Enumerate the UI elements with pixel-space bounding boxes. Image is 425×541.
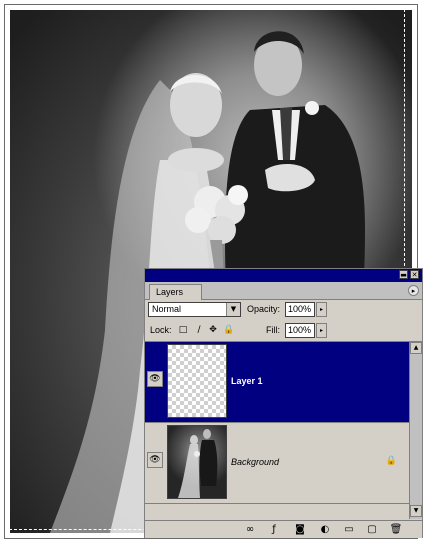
layer-name: Layer 1: [231, 376, 263, 386]
blend-opacity-row: Normal ▼ Opacity: 100% ▸: [145, 299, 422, 321]
close-icon[interactable]: ✕: [410, 270, 419, 279]
layer-style-icon[interactable]: ƒ: [267, 523, 281, 536]
fill-input[interactable]: 100%: [285, 323, 315, 338]
lock-fill-row: Lock: □ ∕ ✥ 🔒 Fill: 100% ▸: [145, 321, 422, 342]
link-layers-icon[interactable]: ∞: [243, 523, 257, 536]
lock-all-icon[interactable]: 🔒: [223, 325, 234, 336]
palette-bottom-toolbar: ∞ ƒ ◙ ◐ ▭ ▢ 🗑: [145, 520, 422, 538]
tab-row: Layers ▸: [145, 282, 422, 300]
layers-list: 👁 Layer 1 👁 Background 🔒: [145, 342, 409, 519]
layer-row-background[interactable]: 👁 Background 🔒: [145, 423, 409, 504]
palette-menu-icon[interactable]: ▸: [408, 285, 419, 296]
eye-icon[interactable]: 👁: [147, 371, 163, 387]
lock-image-pixels-icon[interactable]: ∕: [194, 325, 204, 336]
minimize-icon[interactable]: ▬: [399, 270, 408, 279]
palette-titlebar[interactable]: ▬ ✕: [145, 269, 422, 282]
blend-mode-dropdown[interactable]: Normal ▼: [148, 302, 241, 317]
lock-transparent-pixels-icon[interactable]: □: [178, 325, 188, 336]
new-layer-icon[interactable]: ▢: [365, 523, 379, 536]
trash-icon[interactable]: 🗑: [389, 523, 403, 536]
blend-mode-value: Normal: [152, 304, 182, 314]
opacity-label: Opacity:: [247, 304, 281, 314]
fill-label: Fill:: [266, 325, 280, 335]
scroll-down-icon[interactable]: ▼: [410, 505, 422, 517]
layer-lock-icon: 🔒: [385, 456, 397, 466]
layers-palette: ▬ ✕ Layers ▸ Normal ▼ Opacity: 100% ▸ Lo…: [144, 268, 423, 538]
opacity-input[interactable]: 100%: [285, 302, 315, 317]
layer-row-layer-1[interactable]: 👁 Layer 1: [145, 342, 409, 423]
lock-label: Lock:: [150, 325, 172, 335]
eye-icon[interactable]: 👁: [147, 452, 163, 468]
layers-scrollbar[interactable]: ▲ ▼: [409, 342, 422, 519]
layer-name: Background: [231, 457, 280, 467]
background-thumbnail: [167, 425, 227, 499]
dropdown-arrow-icon[interactable]: ▼: [226, 303, 240, 316]
add-mask-icon[interactable]: ◙: [293, 523, 307, 536]
tab-layers[interactable]: Layers: [149, 284, 203, 300]
lock-position-icon[interactable]: ✥: [208, 325, 218, 336]
adjustment-layer-icon[interactable]: ◐: [318, 523, 332, 536]
opacity-slider-arrow-icon[interactable]: ▸: [316, 302, 327, 317]
thumbnail-couple-illustration: [178, 429, 218, 498]
fill-slider-arrow-icon[interactable]: ▸: [316, 323, 327, 338]
layer-thumbnail: [167, 344, 227, 418]
new-group-icon[interactable]: ▭: [342, 523, 356, 536]
scroll-up-icon[interactable]: ▲: [410, 342, 422, 354]
